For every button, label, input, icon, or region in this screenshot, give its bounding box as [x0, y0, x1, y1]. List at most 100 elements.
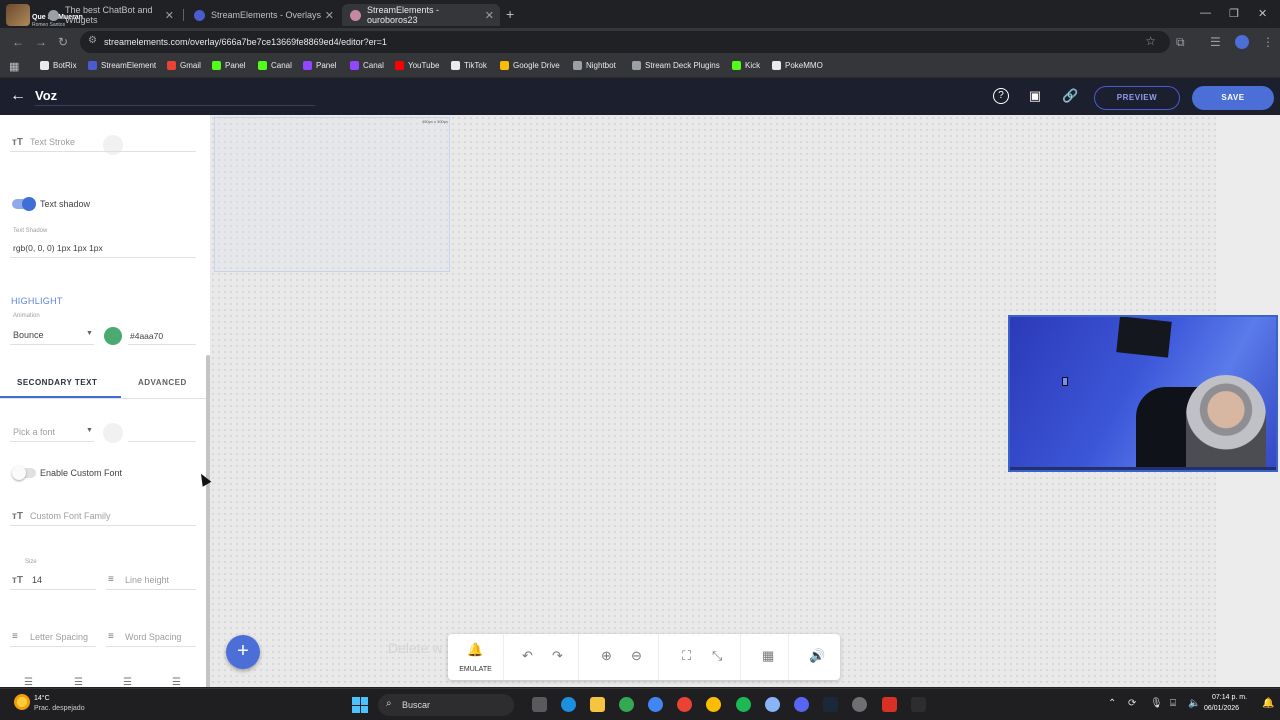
bookmark-streamelement[interactable]: StreamElement — [88, 61, 156, 70]
text-stroke-color-swatch[interactable] — [103, 135, 123, 155]
custom-font-family-input[interactable]: Custom Font Family — [30, 511, 111, 521]
extensions-icon[interactable]: ⧉ — [1176, 35, 1185, 50]
new-tab-icon[interactable]: + — [506, 6, 514, 22]
animation-select[interactable]: Bounce — [13, 330, 44, 340]
add-widget-button[interactable]: + — [226, 635, 260, 669]
volume-tray-icon[interactable]: 🔈 — [1188, 698, 1200, 709]
steam-icon[interactable] — [823, 697, 838, 712]
letter-spacing-input[interactable]: Letter Spacing — [30, 632, 88, 642]
text-shadow-toggle[interactable] — [12, 197, 36, 211]
menu-kebab-icon[interactable]: ⋮ — [1262, 35, 1274, 49]
tray-app-icon[interactable]: ⟳ — [1128, 698, 1136, 709]
site-info-icon[interactable]: ⚙ — [88, 35, 97, 46]
grid-icon[interactable]: ▦ — [762, 648, 774, 664]
exit-fullscreen-icon[interactable]: ⤡ — [712, 648, 722, 664]
weather-sun-icon[interactable] — [14, 694, 30, 710]
bookmark-kick[interactable]: Kick — [732, 61, 760, 70]
clock-time[interactable]: 07:14 p. m. — [1212, 694, 1247, 701]
apps-grid-icon[interactable]: ▦ — [9, 60, 19, 73]
chrome-profile-icon[interactable] — [648, 697, 663, 712]
word-spacing-input[interactable]: Word Spacing — [125, 632, 181, 642]
highlight-color-input[interactable]: #4aaa70 — [130, 331, 163, 341]
align-center-icon[interactable]: ☰ — [74, 677, 83, 687]
windows-start-icon[interactable] — [352, 697, 368, 713]
now-playing-thumbnail[interactable] — [6, 4, 30, 26]
bookmark-google-drive[interactable]: Google Drive — [500, 61, 560, 70]
close-tab-icon[interactable]: ✕ — [165, 9, 174, 22]
reading-list-icon[interactable]: ☰ — [1210, 35, 1221, 49]
tab-secondary-text[interactable]: SECONDARY TEXT — [17, 378, 97, 387]
undo-icon[interactable]: ↶ — [522, 648, 533, 664]
size-input[interactable]: 14 — [32, 575, 42, 585]
browser-tab-0[interactable]: The best ChatBot and Widgets ✕ — [40, 4, 180, 26]
notifications-icon[interactable]: 🔔 — [1262, 698, 1274, 709]
recording-app-icon[interactable] — [882, 697, 897, 712]
app-icon[interactable] — [911, 697, 926, 712]
overlay-name-input[interactable]: Voz — [35, 88, 57, 103]
bookmark-kick-canal[interactable]: Canal — [258, 61, 292, 70]
minimize-icon[interactable]: — — [1200, 7, 1211, 19]
task-view-icon[interactable] — [532, 697, 547, 712]
close-window-icon[interactable]: ✕ — [1258, 7, 1267, 20]
screen-settings-icon[interactable]: ▣ — [1027, 88, 1043, 104]
bookmark-nightbot[interactable]: Nightbot — [573, 61, 616, 70]
volume-icon[interactable]: 🔊 — [809, 648, 825, 664]
custom-font-toggle[interactable] — [12, 466, 36, 480]
tab-advanced[interactable]: ADVANCED — [138, 378, 187, 387]
file-explorer-icon[interactable] — [590, 697, 605, 712]
align-left-icon[interactable]: ☰ — [24, 677, 33, 687]
close-tab-icon[interactable]: ✕ — [485, 9, 494, 22]
spotify-icon[interactable] — [736, 697, 751, 712]
link-icon[interactable]: 🔗 — [1062, 88, 1078, 104]
bookmark-kick-panel[interactable]: Panel — [212, 61, 245, 70]
redo-icon[interactable]: ↷ — [552, 648, 563, 664]
chrome-canary-icon[interactable] — [706, 697, 721, 712]
bookmark-star-icon[interactable]: ☆ — [1145, 34, 1156, 48]
network-icon[interactable]: ⌸ — [1170, 698, 1176, 709]
emulate-button[interactable]: 🔔 EMULATE — [448, 634, 504, 680]
restore-icon[interactable]: ❐ — [1229, 7, 1239, 20]
address-bar[interactable]: ⚙ streamelements.com/overlay/666a7be7ce1… — [80, 31, 1170, 53]
bookmark-twitch-canal[interactable]: Canal — [350, 61, 384, 70]
text-shadow-input[interactable]: rgb(0, 0, 0) 1px 1px 1px — [13, 243, 103, 253]
back-arrow-icon[interactable]: ← — [10, 87, 26, 105]
bookmark-botrix[interactable]: BotRix — [40, 61, 77, 70]
save-button[interactable]: SAVE — [1192, 86, 1274, 110]
discord-icon[interactable] — [794, 697, 809, 712]
text-stroke-field[interactable]: Text Stroke — [30, 137, 75, 147]
bookmark-stream-deck-plugins[interactable]: Stream Deck Plugins — [632, 61, 720, 70]
chrome-icon[interactable] — [619, 697, 634, 712]
bookmark-gmail[interactable]: Gmail — [167, 61, 201, 70]
chrome-alt-icon[interactable] — [677, 697, 692, 712]
back-icon[interactable]: ← — [12, 35, 24, 49]
bookmark-youtube[interactable]: YouTube — [395, 61, 439, 70]
align-justify-icon[interactable]: ☰ — [172, 677, 181, 687]
browser-tab-1[interactable]: StreamElements - Overlays ✕ — [186, 4, 340, 26]
bookmark-pokemmo[interactable]: PokeMMO — [772, 61, 823, 70]
close-tab-icon[interactable]: ✕ — [325, 9, 334, 22]
profile-avatar-icon[interactable] — [1235, 35, 1249, 49]
taskbar-search[interactable]: ⌕ Buscar — [378, 694, 514, 716]
clock-date[interactable]: 06/01/2026 — [1204, 705, 1239, 712]
obs-icon[interactable] — [765, 697, 780, 712]
zoom-out-icon[interactable]: ⊖ — [631, 648, 642, 664]
zoom-in-icon[interactable]: ⊕ — [601, 648, 612, 664]
line-height-input[interactable]: Line height — [125, 575, 169, 585]
reload-icon[interactable]: ↻ — [58, 35, 68, 49]
highlight-color-swatch[interactable] — [104, 327, 122, 345]
tray-mic-icon[interactable]: 🎙 — [1150, 698, 1163, 709]
bookmark-twitch-panel[interactable]: Panel — [303, 61, 336, 70]
app-icon[interactable] — [852, 697, 867, 712]
secondary-font-color-swatch[interactable] — [103, 423, 123, 443]
browser-tab-2-active[interactable]: StreamElements - ouroboros23 ✕ — [342, 4, 500, 26]
help-icon[interactable]: ? — [993, 88, 1009, 104]
widget-bounding-box[interactable]: 450px x 300px — [214, 117, 450, 272]
fullscreen-icon[interactable]: ⛶ — [682, 648, 691, 664]
bookmark-tiktok[interactable]: TikTok — [451, 61, 487, 70]
edge-icon[interactable] — [561, 697, 576, 712]
align-right-icon[interactable]: ☰ — [123, 677, 132, 687]
preview-button[interactable]: PREVIEW — [1094, 86, 1180, 110]
tray-overflow-icon[interactable]: ⌃ — [1108, 698, 1116, 709]
forward-icon[interactable]: → — [35, 35, 47, 49]
font-picker-select[interactable]: Pick a font — [13, 427, 55, 437]
